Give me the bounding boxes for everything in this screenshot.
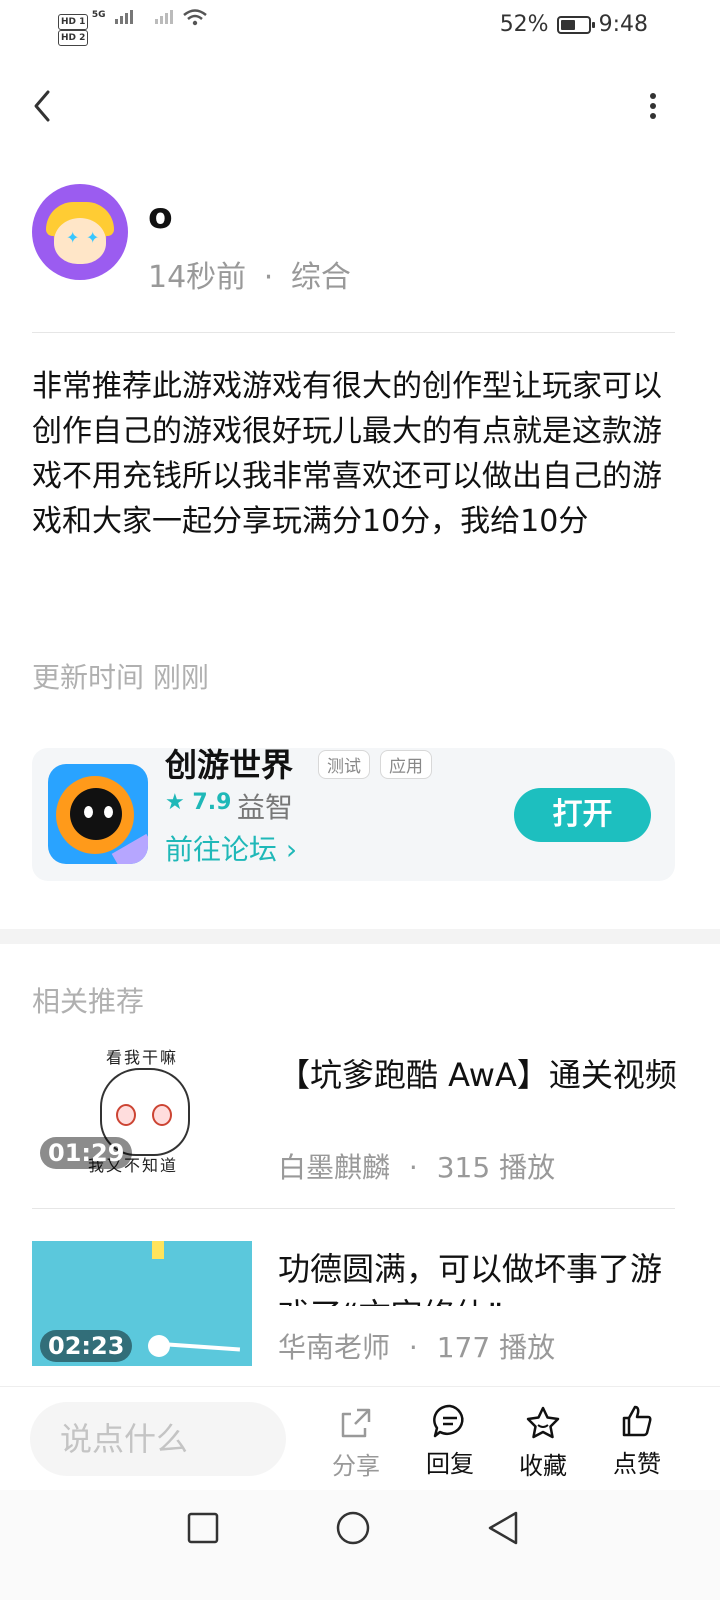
video-duration: 02:23 xyxy=(40,1330,133,1362)
video-duration: 01:29 xyxy=(40,1137,133,1169)
status-bar-left: HD 1 5G HD 2 xyxy=(58,8,208,46)
video-meta: 华南老师 · 177 播放 xyxy=(278,1326,555,1366)
related-section-title: 相关推荐 xyxy=(32,985,145,1018)
star-icon: ★ xyxy=(165,790,185,815)
favorite-button[interactable]: 收藏 xyxy=(507,1404,579,1481)
triangle-back-icon xyxy=(488,1511,518,1545)
avatar[interactable]: ✦ ✦ xyxy=(32,184,128,280)
game-category: 益智 xyxy=(237,791,294,824)
status-bar-right: 52% 9:48 xyxy=(500,12,648,37)
game-title[interactable]: 创游世界 xyxy=(165,740,293,786)
signal-2-icon xyxy=(154,8,173,24)
share-icon xyxy=(341,1408,371,1438)
post-body: 非常推荐此游戏游戏有很大的创作型让玩家可以创作自己的游戏很好玩儿最大的有点就是这… xyxy=(32,369,662,539)
circle-icon xyxy=(336,1511,370,1545)
chevron-right-icon: › xyxy=(285,833,298,866)
tag-test: 测试 xyxy=(318,750,370,779)
post-time: 14秒前 xyxy=(148,260,247,295)
divider xyxy=(32,1208,675,1209)
sim1-indicator: HD 1 xyxy=(58,14,89,30)
forum-link-label: 前往论坛 xyxy=(165,833,278,866)
favorite-label: 收藏 xyxy=(519,1452,567,1480)
divider xyxy=(32,332,675,333)
recents-button[interactable] xyxy=(187,1512,219,1548)
more-vertical-icon xyxy=(650,93,656,119)
comment-icon xyxy=(433,1404,464,1438)
battery-icon xyxy=(556,15,595,34)
tag-app: 应用 xyxy=(380,750,432,779)
meta-separator: · xyxy=(263,260,274,295)
back-button[interactable] xyxy=(28,86,58,126)
battery-percent: 52% xyxy=(499,12,549,37)
update-time: 更新时间 刚刚 xyxy=(32,661,209,694)
post-meta: 14秒前 · 综合 xyxy=(148,252,351,296)
video-plays: 177 播放 xyxy=(436,1331,556,1364)
video-author: 华南老师 xyxy=(278,1331,391,1364)
home-button[interactable] xyxy=(335,1510,371,1550)
share-button[interactable]: 分享 xyxy=(320,1404,392,1481)
game-app-icon[interactable] xyxy=(48,764,148,864)
thumb-caption-top: 看我干嘛 xyxy=(106,1048,179,1067)
video-meta: 白墨麒麟 · 315 播放 xyxy=(278,1146,555,1186)
like-button[interactable]: 点赞 xyxy=(601,1402,673,1479)
network-type: 5G xyxy=(91,10,106,20)
post-category: 综合 xyxy=(290,260,351,295)
sim2-indicator: HD 2 xyxy=(58,30,89,46)
reply-label: 回复 xyxy=(426,1450,474,1478)
comment-input[interactable] xyxy=(30,1402,286,1476)
clock: 9:48 xyxy=(598,12,648,37)
back-nav-button[interactable] xyxy=(486,1510,520,1550)
meta-separator: · xyxy=(408,1151,418,1184)
author-name[interactable]: o xyxy=(148,196,173,237)
square-icon xyxy=(187,1512,219,1544)
signal-icon xyxy=(115,8,134,24)
thumbs-up-icon xyxy=(622,1405,652,1437)
video-author: 白墨麒麟 xyxy=(278,1151,391,1184)
star-outline-icon xyxy=(526,1406,560,1439)
wifi-icon xyxy=(182,8,208,30)
chevron-left-icon xyxy=(34,90,50,122)
game-rating: ★ 7.9 xyxy=(165,790,231,815)
video-plays: 315 播放 xyxy=(436,1151,556,1184)
section-divider xyxy=(0,929,720,944)
reply-button[interactable]: 回复 xyxy=(414,1402,486,1479)
forum-link[interactable]: 前往论坛 › xyxy=(165,828,297,868)
rating-value: 7.9 xyxy=(192,790,232,815)
open-button[interactable]: 打开 xyxy=(514,788,651,842)
video-title[interactable]: 【坑爹跑酷 AwA】通关视频 xyxy=(278,1052,678,1138)
like-label: 点赞 xyxy=(613,1450,661,1478)
video-title[interactable]: 功德圆满，可以做坏事了游戏了“文字修仙” xyxy=(278,1246,678,1306)
share-label: 分享 xyxy=(332,1452,380,1480)
more-menu-button[interactable] xyxy=(640,86,670,126)
meta-separator: · xyxy=(408,1331,418,1364)
